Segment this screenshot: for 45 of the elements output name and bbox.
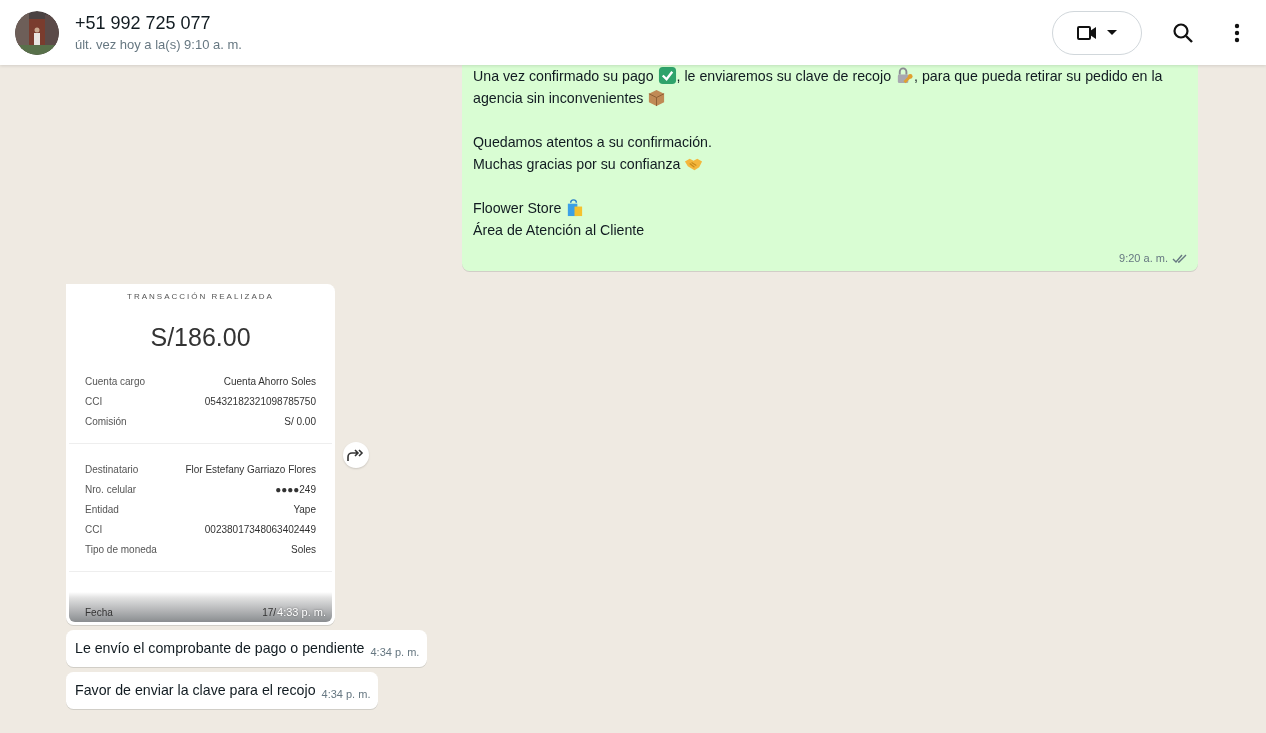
receipt-label: CCI [85, 524, 103, 535]
receipt-label: Nro. celular [85, 484, 137, 495]
receipt-label: Destinatario [85, 464, 139, 475]
receipt-label: CCI [85, 396, 103, 407]
message-time: 4:34 p. m. [370, 645, 420, 660]
receipt-label: Entidad [85, 504, 119, 515]
checkmark-icon [657, 66, 677, 85]
receipt-label: Comisión [85, 416, 127, 427]
message-text: Le envío el comprobante de pago o pendiente [75, 639, 365, 658]
message-time: 9:20 a. m. [1119, 251, 1168, 266]
message-text: Muchas gracias por su confianza [473, 153, 1188, 175]
receipt-value: Yape [293, 504, 316, 515]
menu-icon[interactable] [1234, 22, 1240, 43]
receipt-heading: TRANSACCIÓN REALIZADA [126, 291, 275, 301]
receipt-label: Cuenta cargo [85, 376, 146, 387]
caret-icon [1107, 29, 1117, 36]
image-message[interactable] [66, 284, 335, 625]
receipt-value: Cuenta Ahorro Soles [223, 376, 316, 387]
message-text: Favor de enviar la clave para el recojo [75, 681, 316, 700]
forward-button[interactable] [343, 441, 369, 468]
receipt-value: Soles [291, 544, 316, 555]
message-text: Una vez confirmado su pago , le enviaremos su clave de recojo , para que pueda retirar su pedido en la agencia sin inconvenientes [473, 65, 1164, 109]
message-time: 4:33 p. m. [277, 606, 326, 618]
receipt-value: ●●●●249 [275, 484, 316, 495]
message-time: 4:34 p. m. [321, 687, 371, 702]
last-seen-text: últ. vez hoy a la(s) 9:10 a. m. [75, 37, 242, 52]
receipt-amount: S/186.00 [149, 323, 252, 352]
receipt-value: 17/ [262, 607, 277, 618]
shopping-bags-icon [565, 198, 585, 217]
receipt-label: Fecha [85, 607, 113, 618]
contact-name: +51 992 725 077 [75, 13, 212, 34]
video-call-button[interactable] [1052, 10, 1142, 55]
receipt-value: 05432182321098785750 [204, 396, 316, 407]
receipt-value: Flor Estefany Garriazo Flores [185, 464, 316, 475]
receipt-value: S/ 0.00 [284, 416, 316, 427]
forward-icon [347, 447, 365, 462]
receipt-label: Tipo de moneda [85, 544, 157, 555]
lock-key-icon [895, 66, 914, 85]
message-text: Floower Store [473, 197, 1188, 219]
message-text: Área de Atención al Cliente [473, 221, 646, 240]
video-camera-icon [1077, 24, 1097, 41]
message-text: Quedamos atentos a su confirmación. [473, 133, 713, 152]
package-icon [647, 88, 667, 107]
receipt-value: 00238017348063402449 [204, 524, 316, 535]
search-icon[interactable] [1172, 21, 1194, 44]
